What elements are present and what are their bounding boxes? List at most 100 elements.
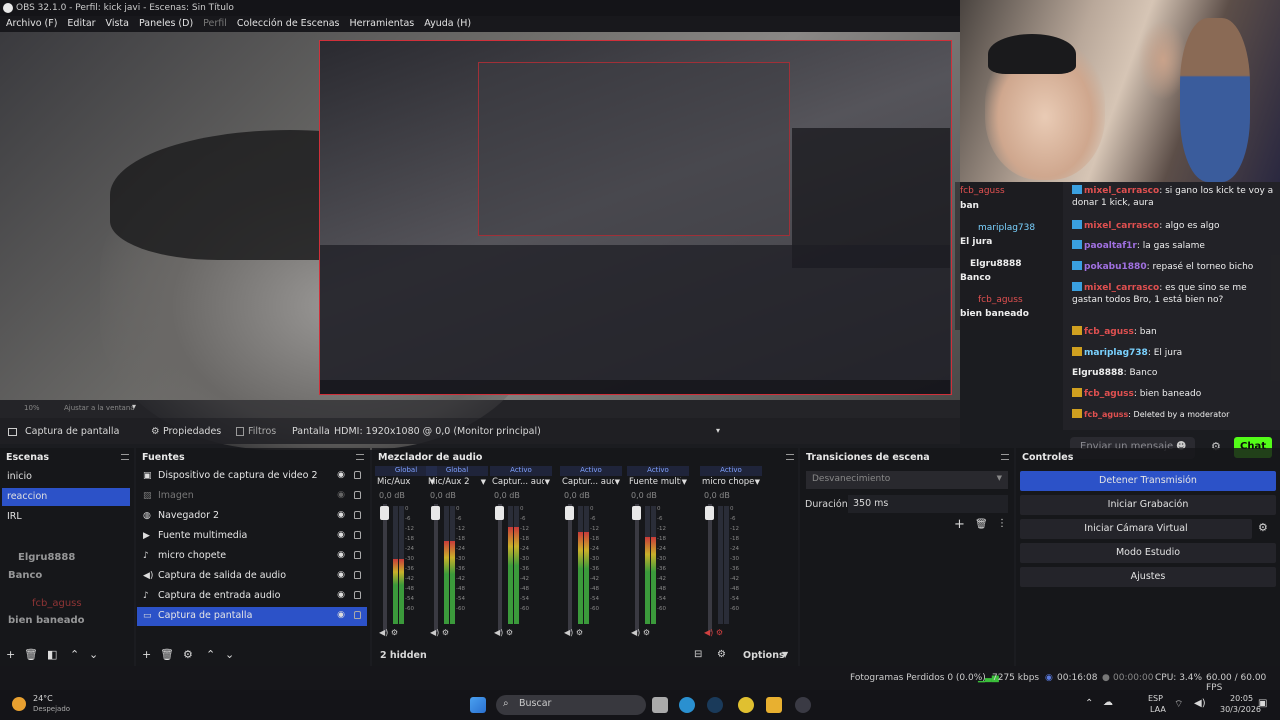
weather-desc[interactable]: Despejado: [33, 705, 70, 713]
gear-icon[interactable]: ⚙: [1258, 521, 1268, 534]
muted-speaker-icon[interactable]: ◀) ⚙: [704, 628, 723, 637]
menu-paneles[interactable]: Paneles (D): [139, 18, 193, 32]
volume-fader[interactable]: [495, 506, 504, 520]
add-source-icon[interactable]: +: [142, 648, 151, 661]
options-button[interactable]: Options: [743, 650, 785, 661]
dock-menu-icon[interactable]: [786, 454, 794, 460]
dock-menu-icon[interactable]: [121, 454, 129, 460]
lock-icon[interactable]: [354, 551, 361, 559]
stop-stream-button[interactable]: Detener Transmisión: [1020, 471, 1276, 491]
zoom-level[interactable]: 10%: [24, 404, 40, 412]
volume-icon[interactable]: ◀): [1194, 698, 1206, 709]
filters-button[interactable]: Filtros: [248, 426, 276, 437]
chevron-down-icon[interactable]: ▼: [545, 478, 550, 486]
source-item[interactable]: ◍ Navegador 2 ◉: [137, 507, 367, 526]
volume-fader[interactable]: [632, 506, 641, 520]
obs-taskbar-icon[interactable]: [795, 697, 811, 713]
speaker-icon[interactable]: ◀) ⚙: [379, 628, 398, 637]
transition-select[interactable]: Desvanecimiento ▼: [806, 471, 1008, 489]
remove-source-icon[interactable]: 🗑: [160, 648, 174, 661]
windows-start-icon[interactable]: [470, 697, 486, 713]
remove-scene-icon[interactable]: 🗑: [24, 648, 38, 661]
eye-icon[interactable]: ◉: [337, 490, 345, 500]
lock-icon[interactable]: [354, 571, 361, 579]
menu-editar[interactable]: Editar: [67, 18, 95, 32]
fit-window[interactable]: Ajustar a la ventana: [64, 404, 135, 412]
menu-ayuda[interactable]: Ayuda (H): [424, 18, 471, 32]
source-item[interactable]: ▭ Captura de pantalla ◉: [137, 607, 367, 626]
virtual-camera-button[interactable]: Iniciar Cámara Virtual: [1020, 519, 1252, 539]
weather-icon[interactable]: [12, 697, 26, 711]
speaker-icon[interactable]: ◀) ⚙: [564, 628, 583, 637]
duration-input[interactable]: 350 ms: [848, 495, 1008, 513]
volume-fader[interactable]: [705, 506, 714, 520]
speaker-icon[interactable]: ◀) ⚙: [494, 628, 513, 637]
start-recording-button[interactable]: Iniciar Grabación: [1020, 495, 1276, 515]
source-settings-icon[interactable]: ⚙: [183, 648, 193, 661]
eye-icon[interactable]: ◉: [337, 610, 345, 620]
chevron-down-icon[interactable]: ▼: [615, 478, 620, 486]
chrome-icon[interactable]: [738, 697, 754, 713]
source-item[interactable]: ▶ Fuente multimedia ◉: [137, 527, 367, 546]
lock-icon[interactable]: [354, 471, 361, 479]
chevron-down-icon[interactable]: ▼: [782, 650, 788, 659]
properties-button[interactable]: Propiedades: [163, 426, 221, 437]
dock-menu-icon[interactable]: [1001, 454, 1009, 460]
clock-date[interactable]: 30/3/2026: [1220, 705, 1261, 714]
lang-1[interactable]: ESP: [1148, 694, 1163, 703]
clock-time[interactable]: 20:05: [1230, 694, 1253, 703]
add-transition-icon[interactable]: +: [954, 517, 965, 532]
source-item[interactable]: ♪ micro chopete ◉: [137, 547, 367, 566]
chevron-down-icon[interactable]: ▾: [716, 426, 720, 435]
menu-herramientas[interactable]: Herramientas: [350, 18, 415, 32]
lock-icon[interactable]: [354, 591, 361, 599]
wifi-icon[interactable]: ⌔: [1174, 698, 1183, 711]
source-item[interactable]: ▣ Dispositivo de captura de video 2 ◉: [137, 467, 367, 486]
lock-icon[interactable]: [354, 511, 361, 519]
move-down-icon[interactable]: ⌄: [225, 648, 234, 661]
steam-icon[interactable]: [707, 697, 723, 713]
eye-icon[interactable]: ◉: [337, 530, 345, 540]
lang-2[interactable]: LAA: [1150, 705, 1166, 714]
layout-icon[interactable]: ⊟: [694, 649, 702, 660]
source-item[interactable]: ◀) Captura de salida de audio ◉: [137, 567, 367, 586]
more-icon[interactable]: ⋮: [997, 518, 1007, 529]
scene-item-inicio[interactable]: inicio: [2, 468, 130, 486]
volume-fader[interactable]: [380, 506, 389, 520]
menu-coleccion[interactable]: Colección de Escenas: [237, 18, 340, 32]
remove-transition-icon[interactable]: 🗑: [975, 519, 988, 530]
move-up-icon[interactable]: ⌃: [70, 648, 79, 661]
studio-mode-button[interactable]: Modo Estudio: [1020, 543, 1276, 563]
notification-icon[interactable]: ▣: [1258, 698, 1267, 709]
scene-item-reaccion[interactable]: reaccion: [2, 488, 130, 506]
chevron-down-icon[interactable]: ▼: [755, 478, 760, 486]
eye-icon[interactable]: ◉: [337, 590, 345, 600]
eye-icon[interactable]: ◉: [337, 470, 345, 480]
lock-icon[interactable]: [354, 611, 361, 619]
lock-icon[interactable]: [354, 531, 361, 539]
chevron-up-icon[interactable]: ⌃: [1085, 698, 1093, 709]
scene-item-irl[interactable]: IRL: [2, 508, 130, 526]
menu-vista[interactable]: Vista: [106, 18, 129, 32]
add-scene-icon[interactable]: +: [6, 648, 15, 661]
source-item[interactable]: ▨ Imagen ◉: [137, 487, 367, 506]
hidden-count[interactable]: 2 hidden: [380, 650, 427, 661]
weather-temp[interactable]: 24°C: [33, 694, 53, 703]
folder-icon[interactable]: [766, 697, 782, 713]
task-view-icon[interactable]: [652, 697, 668, 713]
chevron-down-icon[interactable]: ▼: [481, 478, 486, 486]
eye-icon[interactable]: ◉: [337, 510, 345, 520]
eye-icon[interactable]: ◉: [337, 570, 345, 580]
source-item[interactable]: ♪ Captura de entrada audio ◉: [137, 587, 367, 606]
settings-button[interactable]: Ajustes: [1020, 567, 1276, 587]
chevron-down-icon[interactable]: ▼: [682, 478, 687, 486]
volume-fader[interactable]: [431, 506, 440, 520]
speaker-icon[interactable]: ◀) ⚙: [430, 628, 449, 637]
cloud-icon[interactable]: ☁: [1103, 697, 1113, 708]
volume-fader[interactable]: [565, 506, 574, 520]
chevron-down-icon[interactable]: ▾: [132, 402, 136, 411]
mixer-settings-icon[interactable]: ⚙: [717, 649, 726, 660]
display-select[interactable]: HDMI: 1920x1080 @ 0,0 (Monitor principal…: [334, 426, 541, 437]
lock-icon[interactable]: [354, 491, 361, 499]
eye-icon[interactable]: ◉: [337, 550, 345, 560]
